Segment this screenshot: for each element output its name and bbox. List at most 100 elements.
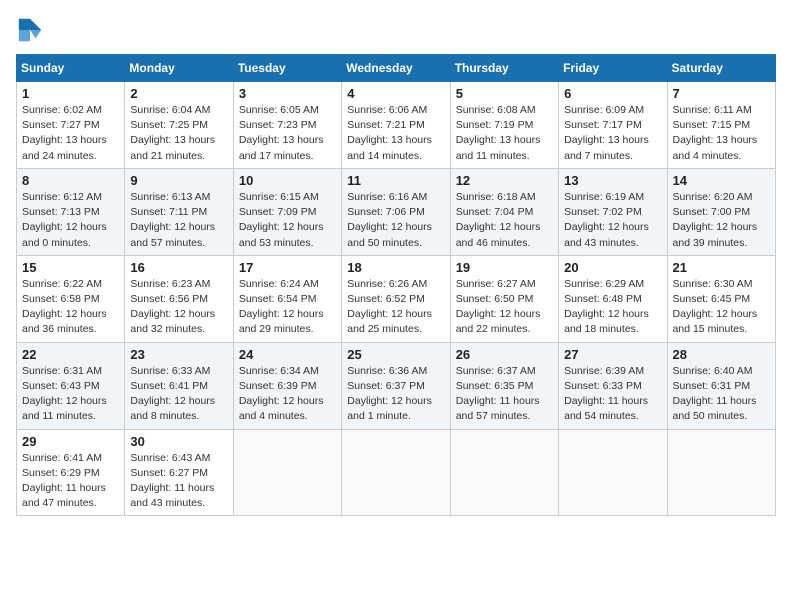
calendar-header-row: SundayMondayTuesdayWednesdayThursdayFrid… (17, 55, 776, 82)
calendar-cell: 20Sunrise: 6:29 AMSunset: 6:48 PMDayligh… (559, 255, 667, 342)
calendar-cell: 22Sunrise: 6:31 AMSunset: 6:43 PMDayligh… (17, 342, 125, 429)
calendar-cell: 13 Sunrise: 6:19 AMSunset: 7:02 PMDayligh… (559, 168, 667, 255)
calendar-cell: 26 Sunrise: 6:37 AMSunset: 6:35 PMDayligh… (450, 342, 558, 429)
day-info: Sunrise: 6:13 AMSunset: 7:11 PMDaylight:… (130, 190, 227, 251)
day-info: Sunrise: 6:18 AMSunset: 7:04 PMDaylight:… (456, 190, 553, 251)
calendar-cell: 11Sunrise: 6:16 AMSunset: 7:06 PMDayligh… (342, 168, 450, 255)
day-number: 13 (564, 173, 661, 188)
day-number: 3 (239, 86, 336, 101)
day-number: 28 (673, 347, 770, 362)
day-info: Sunrise: 6:24 AMSunset: 6:54 PMDaylight:… (239, 277, 336, 338)
day-number: 25 (347, 347, 444, 362)
logo (16, 16, 48, 44)
calendar-cell (233, 429, 341, 516)
day-number: 10 (239, 173, 336, 188)
calendar-cell: 8 Sunrise: 6:12 AMSunset: 7:13 PMDaylight… (17, 168, 125, 255)
day-info: Sunrise: 6:26 AMSunset: 6:52 PMDaylight:… (347, 277, 444, 338)
day-number: 9 (130, 173, 227, 188)
day-info: Sunrise: 6:30 AMSunset: 6:45 PMDaylight:… (673, 277, 770, 338)
column-header-sunday: Sunday (17, 55, 125, 82)
calendar-cell: 19Sunrise: 6:27 AMSunset: 6:50 PMDayligh… (450, 255, 558, 342)
calendar-cell: 6 Sunrise: 6:09 AMSunset: 7:17 PMDaylight… (559, 82, 667, 169)
column-header-friday: Friday (559, 55, 667, 82)
day-info: Sunrise: 6:06 AMSunset: 7:21 PMDaylight:… (347, 103, 444, 164)
day-number: 2 (130, 86, 227, 101)
day-number: 6 (564, 86, 661, 101)
calendar-week-row: 8 Sunrise: 6:12 AMSunset: 7:13 PMDaylight… (17, 168, 776, 255)
calendar-cell: 24 Sunrise: 6:34 AMSunset: 6:39 PMDayligh… (233, 342, 341, 429)
calendar-cell: 3 Sunrise: 6:05 AMSunset: 7:23 PMDaylight… (233, 82, 341, 169)
day-info: Sunrise: 6:34 AMSunset: 6:39 PMDaylight:… (239, 364, 336, 425)
day-info: Sunrise: 6:15 AMSunset: 7:09 PMDaylight:… (239, 190, 336, 251)
day-number: 18 (347, 260, 444, 275)
day-number: 15 (22, 260, 119, 275)
calendar-cell: 5 Sunrise: 6:08 AMSunset: 7:19 PMDaylight… (450, 82, 558, 169)
calendar-cell: 25 Sunrise: 6:36 AMSunset: 6:37 PMDayligh… (342, 342, 450, 429)
calendar-cell: 15 Sunrise: 6:22 AMSunset: 6:58 PMDayligh… (17, 255, 125, 342)
day-number: 21 (673, 260, 770, 275)
calendar-table: SundayMondayTuesdayWednesdayThursdayFrid… (16, 54, 776, 516)
day-number: 14 (673, 173, 770, 188)
day-number: 30 (130, 434, 227, 449)
column-header-tuesday: Tuesday (233, 55, 341, 82)
day-info: Sunrise: 6:23 AMSunset: 6:56 PMDaylight:… (130, 277, 227, 338)
calendar-week-row: 1 Sunrise: 6:02 AMSunset: 7:27 PMDaylight… (17, 82, 776, 169)
day-number: 1 (22, 86, 119, 101)
day-number: 29 (22, 434, 119, 449)
day-info: Sunrise: 6:40 AMSunset: 6:31 PMDaylight:… (673, 364, 770, 425)
calendar-cell: 14 Sunrise: 6:20 AMSunset: 7:00 PMDayligh… (667, 168, 775, 255)
day-number: 17 (239, 260, 336, 275)
day-number: 16 (130, 260, 227, 275)
day-info: Sunrise: 6:31 AMSunset: 6:43 PMDaylight:… (22, 364, 119, 425)
calendar-week-row: 15 Sunrise: 6:22 AMSunset: 6:58 PMDayligh… (17, 255, 776, 342)
day-info: Sunrise: 6:22 AMSunset: 6:58 PMDaylight:… (22, 277, 119, 338)
calendar-cell: 10 Sunrise: 6:15 AMSunset: 7:09 PMDayligh… (233, 168, 341, 255)
calendar-cell: 16 Sunrise: 6:23 AMSunset: 6:56 PMDayligh… (125, 255, 233, 342)
day-number: 24 (239, 347, 336, 362)
calendar-cell: 27 Sunrise: 6:39 AMSunset: 6:33 PMDayligh… (559, 342, 667, 429)
calendar-cell: 9 Sunrise: 6:13 AMSunset: 7:11 PMDaylight… (125, 168, 233, 255)
day-info: Sunrise: 6:05 AMSunset: 7:23 PMDaylight:… (239, 103, 336, 164)
day-info: Sunrise: 6:19 AMSunset: 7:02 PMDaylight:… (564, 190, 661, 251)
day-number: 5 (456, 86, 553, 101)
day-info: Sunrise: 6:41 AMSunset: 6:29 PMDaylight:… (22, 451, 119, 512)
calendar-cell: 18 Sunrise: 6:26 AMSunset: 6:52 PMDayligh… (342, 255, 450, 342)
column-header-wednesday: Wednesday (342, 55, 450, 82)
calendar-week-row: 22Sunrise: 6:31 AMSunset: 6:43 PMDayligh… (17, 342, 776, 429)
day-number: 4 (347, 86, 444, 101)
day-number: 27 (564, 347, 661, 362)
day-info: Sunrise: 6:36 AMSunset: 6:37 PMDaylight:… (347, 364, 444, 425)
calendar-cell (667, 429, 775, 516)
day-info: Sunrise: 6:37 AMSunset: 6:35 PMDaylight:… (456, 364, 553, 425)
day-info: Sunrise: 6:12 AMSunset: 7:13 PMDaylight:… (22, 190, 119, 251)
calendar-cell: 17 Sunrise: 6:24 AMSunset: 6:54 PMDayligh… (233, 255, 341, 342)
calendar-cell (559, 429, 667, 516)
calendar-week-row: 29 Sunrise: 6:41 AMSunset: 6:29 PMDayligh… (17, 429, 776, 516)
day-info: Sunrise: 6:43 AMSunset: 6:27 PMDaylight:… (130, 451, 227, 512)
day-info: Sunrise: 6:08 AMSunset: 7:19 PMDaylight:… (456, 103, 553, 164)
calendar-cell: 7Sunrise: 6:11 AMSunset: 7:15 PMDaylight… (667, 82, 775, 169)
day-info: Sunrise: 6:20 AMSunset: 7:00 PMDaylight:… (673, 190, 770, 251)
day-number: 26 (456, 347, 553, 362)
day-info: Sunrise: 6:33 AMSunset: 6:41 PMDaylight:… (130, 364, 227, 425)
day-info: Sunrise: 6:27 AMSunset: 6:50 PMDaylight:… (456, 277, 553, 338)
day-info: Sunrise: 6:39 AMSunset: 6:33 PMDaylight:… (564, 364, 661, 425)
calendar-cell: 23 Sunrise: 6:33 AMSunset: 6:41 PMDayligh… (125, 342, 233, 429)
calendar-cell: 30 Sunrise: 6:43 AMSunset: 6:27 PMDayligh… (125, 429, 233, 516)
day-number: 23 (130, 347, 227, 362)
calendar-cell: 1 Sunrise: 6:02 AMSunset: 7:27 PMDaylight… (17, 82, 125, 169)
day-number: 20 (564, 260, 661, 275)
column-header-thursday: Thursday (450, 55, 558, 82)
calendar-cell (342, 429, 450, 516)
calendar-cell: 2Sunrise: 6:04 AMSunset: 7:25 PMDaylight… (125, 82, 233, 169)
calendar-cell: 28 Sunrise: 6:40 AMSunset: 6:31 PMDayligh… (667, 342, 775, 429)
calendar-cell (450, 429, 558, 516)
calendar-cell: 29 Sunrise: 6:41 AMSunset: 6:29 PMDayligh… (17, 429, 125, 516)
logo-icon (16, 16, 44, 44)
day-number: 12 (456, 173, 553, 188)
calendar-cell: 4 Sunrise: 6:06 AMSunset: 7:21 PMDaylight… (342, 82, 450, 169)
day-info: Sunrise: 6:09 AMSunset: 7:17 PMDaylight:… (564, 103, 661, 164)
calendar-cell: 12 Sunrise: 6:18 AMSunset: 7:04 PMDayligh… (450, 168, 558, 255)
day-number: 8 (22, 173, 119, 188)
day-info: Sunrise: 6:02 AMSunset: 7:27 PMDaylight:… (22, 103, 119, 164)
